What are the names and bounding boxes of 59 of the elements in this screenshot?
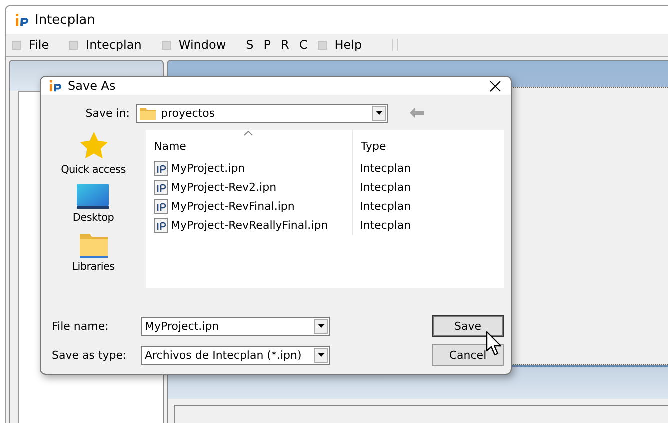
menu-item[interactable]: C — [299, 38, 308, 52]
menu-item[interactable]: Help — [334, 38, 362, 52]
menu-icon — [318, 40, 327, 50]
save-as-type-dropdown[interactable]: Archivos de Intecplan (*.ipn) — [141, 346, 330, 364]
caret-icon — [318, 324, 324, 328]
file-type-cell-text: Intecplan — [359, 199, 412, 215]
save-button[interactable]: Save — [432, 315, 504, 337]
dropdown-button[interactable] — [372, 106, 386, 120]
file-row-name[interactable]: MyProject-Rev2.ipn — [146, 178, 353, 197]
toolbar-grip-icon — [392, 39, 398, 51]
place-item[interactable]: Libraries — [72, 232, 115, 273]
menu-item[interactable]: Intecplan — [86, 38, 142, 52]
file-row-name[interactable]: MyProject-RevReallyFinal.ipn — [146, 216, 353, 235]
menu-item[interactable]: File — [29, 38, 50, 52]
caret-icon — [376, 111, 382, 115]
menu-icon — [69, 40, 78, 50]
file-icon — [154, 199, 168, 214]
file-type-cell-text: Intecplan — [359, 218, 412, 234]
star-icon — [78, 131, 108, 161]
mouse-cursor-icon — [486, 331, 504, 357]
folder-icon — [140, 106, 156, 120]
column-header[interactable]: Type — [353, 130, 504, 159]
file-type-cell-text: Intecplan — [359, 161, 412, 177]
caret-icon — [318, 353, 324, 357]
menu-item[interactable]: R — [281, 38, 290, 52]
file-icon — [154, 218, 168, 233]
menu-icon — [12, 40, 21, 50]
file-name: MyProject-RevReallyFinal.ipn — [171, 219, 328, 232]
cancel-button[interactable]: Cancel — [432, 344, 504, 366]
file-type-cell-text: Intecplan — [359, 180, 412, 196]
window-title: Intecplan — [35, 12, 96, 28]
close-button[interactable] — [487, 78, 503, 94]
sort-caret-icon — [244, 131, 253, 136]
file-row-name[interactable]: MyProject.ipn — [146, 159, 353, 178]
file-row-name[interactable]: MyProject-RevFinal.ipn — [146, 197, 353, 216]
logo-icon — [49, 80, 62, 92]
file-name: MyProject.ipn — [171, 162, 246, 175]
menu-icon — [162, 40, 171, 50]
file-name: MyProject-RevFinal.ipn — [171, 200, 295, 213]
menu-item[interactable]: Window — [178, 38, 226, 52]
file-icon — [154, 180, 168, 195]
folder-icon — [80, 232, 108, 258]
file-name: MyProject-Rev2.ipn — [171, 181, 277, 194]
file-name-label: File name: — [52, 320, 110, 332]
dropdown-button[interactable] — [314, 348, 328, 362]
menu-item[interactable]: S — [246, 38, 254, 52]
logo-icon — [15, 14, 29, 26]
place-item[interactable]: Desktop — [72, 184, 114, 224]
desktop-icon — [77, 184, 110, 209]
save-in-label: Save in: — [84, 106, 130, 120]
dropdown-button[interactable] — [314, 318, 328, 334]
menu-item[interactable]: P — [264, 38, 272, 52]
save-as-type-label: Save as type: — [52, 348, 128, 362]
place-item[interactable]: Quick access — [61, 131, 126, 176]
file-icon — [154, 161, 168, 176]
column-header[interactable]: Name — [146, 130, 353, 159]
dialog-title: Save As — [68, 79, 117, 93]
file-name-field[interactable]: MyProject.ipn — [141, 316, 330, 336]
save-in-dropdown[interactable]: proyectos — [136, 104, 388, 122]
